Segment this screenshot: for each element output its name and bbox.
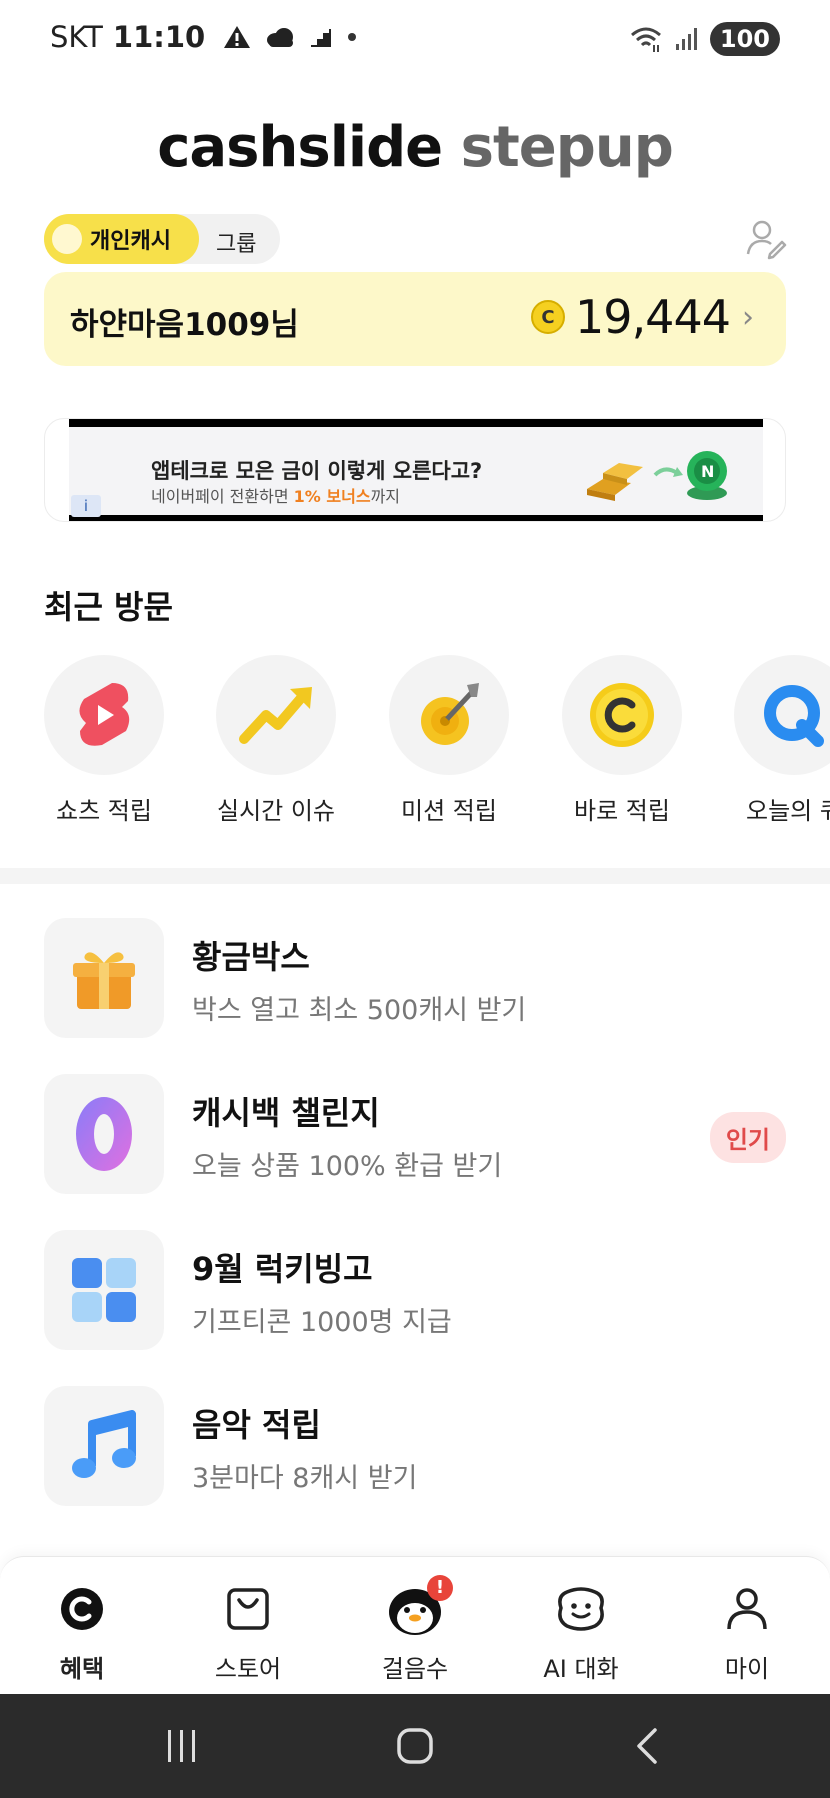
nav-tab-benefit[interactable]: 혜택 [22, 1581, 142, 1684]
store-bag-icon [188, 1581, 308, 1637]
bingo-grid-icon [44, 1230, 164, 1350]
app-logo: cashslide stepup [0, 115, 830, 180]
toggle-knob [52, 224, 82, 254]
list-item-music-reward[interactable]: 음악 적립 3분마다 8캐시 받기 [44, 1386, 786, 1508]
recent-item-label: 실시간 이슈 [216, 797, 336, 825]
bottom-navigation: 혜택 스토어 ! 걸음수 AI 대화 마이 [0, 1556, 830, 1694]
notification-badge: ! [427, 1575, 453, 1601]
ad-banner[interactable]: 앱테크로 모은 금이 이렇게 오른다고? 네이버페이 전환하면 1% 보너스까지… [44, 418, 786, 522]
nav-label: 마이 [724, 1655, 770, 1683]
ai-chat-icon [521, 1581, 641, 1637]
signal-icon [675, 28, 697, 50]
carrier: SKT [50, 20, 103, 54]
stairs-icon [311, 29, 332, 47]
list-item-subtitle: 오늘 상품 100% 환급 받기 [192, 1151, 503, 1182]
shorts-icon [44, 655, 164, 775]
ad-title: 앱테크로 모은 금이 이렇게 오른다고? [151, 459, 483, 483]
logo-text-main: cashslide [157, 115, 443, 180]
gold-to-coin-icon: N [587, 451, 727, 501]
list-item-title: 음악 적립 [192, 1406, 321, 1444]
nav-label: 스토어 [214, 1655, 282, 1683]
balance-value: 19,444 [575, 290, 731, 344]
list-item-subtitle: 박스 열고 최소 500캐시 받기 [192, 995, 527, 1026]
recent-item-mission[interactable]: 미션 적립 [389, 655, 509, 825]
ad-subtitle: 네이버페이 전환하면 1% 보너스까지 [151, 487, 401, 506]
list-item-lucky-bingo[interactable]: 9월 럭키빙고 기프티콘 1000명 지급 [44, 1230, 786, 1352]
gift-box-icon [44, 918, 164, 1038]
ad-info-icon[interactable]: i [71, 495, 101, 517]
list-item-title: 캐시백 챌린지 [192, 1094, 380, 1132]
dot-icon [348, 33, 357, 41]
nav-tab-store[interactable]: 스토어 [188, 1581, 308, 1684]
cash-type-toggle[interactable]: 개인캐시 그룹 [44, 214, 280, 264]
nav-tab-ai-chat[interactable]: AI 대화 [521, 1581, 641, 1684]
nav-label: AI 대화 [543, 1655, 619, 1683]
penguin-icon: ! [355, 1575, 475, 1637]
chevron-right-icon: › [742, 299, 754, 335]
recent-item-instant[interactable]: 바로 적립 [562, 655, 682, 825]
coin-icon [562, 655, 682, 775]
person-icon [687, 1581, 807, 1637]
nav-tab-my[interactable]: 마이 [687, 1581, 807, 1684]
nav-tab-steps[interactable]: ! 걸음수 [355, 1575, 475, 1684]
warning-icon [224, 26, 251, 48]
cash-coin-icon: C [531, 300, 566, 334]
svg-text:N: N [701, 462, 714, 481]
recent-apps-icon[interactable] [152, 1724, 212, 1768]
list-item-golden-box[interactable]: 황금박스 박스 열고 최소 500캐시 받기 [44, 918, 786, 1040]
logo-text-sub: stepup [460, 115, 674, 180]
ad-content[interactable]: 앱테크로 모은 금이 이렇게 오른다고? 네이버페이 전환하면 1% 보너스까지… [69, 419, 763, 521]
toggle-personal-cash[interactable]: 개인캐시 [44, 214, 199, 264]
list-item-title: 황금박스 [192, 938, 310, 976]
trend-arrow-icon [216, 655, 336, 775]
list-item-subtitle: 3분마다 8캐시 받기 [192, 1463, 418, 1494]
status-left: SKT 11:10 [50, 20, 357, 54]
home-icon[interactable] [385, 1724, 445, 1768]
account-card[interactable]: 하얀마음1009님 C 19,444 › [44, 272, 786, 366]
target-icon [389, 655, 509, 775]
zero-icon [44, 1074, 164, 1194]
recent-item-label: 오늘의 퀴 [746, 797, 830, 825]
status-right: 100 [628, 22, 780, 56]
edit-profile-icon[interactable] [744, 216, 788, 260]
recent-item-shorts[interactable]: 쇼츠 적립 [44, 655, 164, 825]
popular-badge: 인기 [709, 1112, 786, 1163]
status-icons [223, 24, 357, 50]
nav-label: 혜택 [59, 1655, 105, 1683]
benefit-icon [22, 1581, 142, 1637]
nav-label: 걸음수 [381, 1655, 449, 1683]
cloud-icon [267, 28, 294, 47]
section-divider [0, 868, 830, 884]
quiz-icon [734, 655, 830, 775]
ad-highlight: 1% 보너스 [293, 487, 371, 506]
clock: 11:10 [112, 20, 206, 54]
list-item-cashback-challenge[interactable]: 캐시백 챌린지 오늘 상품 100% 환급 받기 인기 [44, 1074, 786, 1196]
toggle-personal-label: 개인캐시 [90, 229, 171, 254]
list-item-title: 9월 럭키빙고 [192, 1250, 373, 1288]
recent-item-trend[interactable]: 실시간 이슈 [216, 655, 336, 825]
recent-visits-list[interactable]: 쇼츠 적립 실시간 이슈 미션 적립 바로 적립 오늘의 퀴 [44, 655, 830, 825]
back-icon[interactable] [618, 1724, 678, 1768]
toggle-group-label[interactable]: 그룹 [216, 226, 256, 258]
cash-balance[interactable]: C 19,444 › [531, 290, 754, 344]
user-name: 하얀마음1009님 [70, 307, 299, 343]
system-navigation-bar [0, 1694, 830, 1798]
recent-item-label: 미션 적립 [401, 797, 497, 825]
recent-item-label: 바로 적립 [574, 797, 670, 825]
status-bar: SKT 11:10 100 [0, 0, 830, 80]
recent-item-quiz[interactable]: 오늘의 퀴 [734, 655, 830, 825]
recent-item-label: 쇼츠 적립 [56, 797, 152, 825]
battery-level: 100 [709, 22, 780, 56]
list-item-subtitle: 기프티콘 1000명 지급 [192, 1307, 452, 1338]
recent-visits-title: 최근 방문 [44, 588, 173, 626]
music-note-icon [44, 1386, 164, 1506]
wifi-icon [630, 27, 661, 52]
